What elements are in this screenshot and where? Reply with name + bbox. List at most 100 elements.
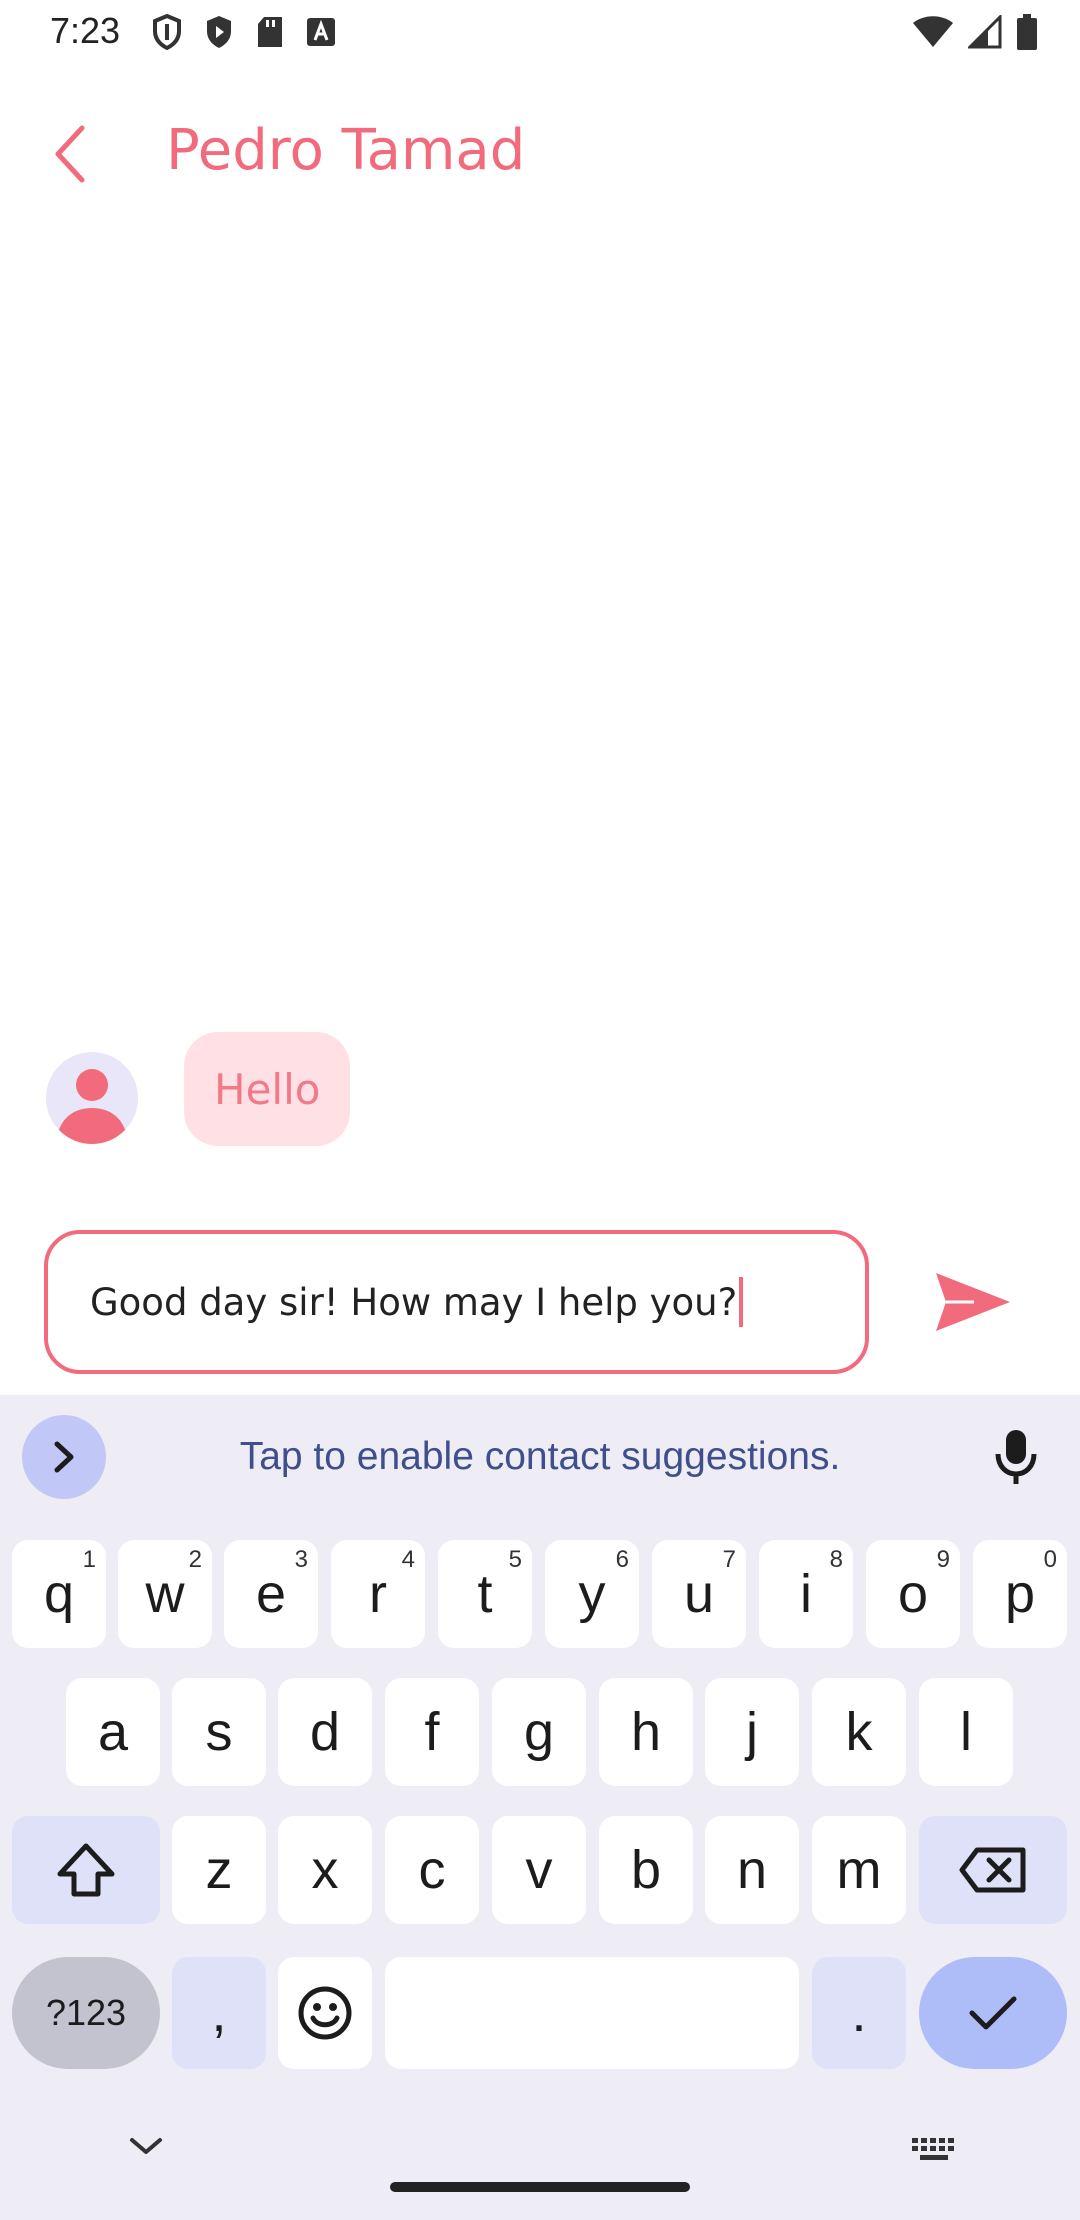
key-label: g <box>523 1702 555 1762</box>
text-caret <box>739 1277 744 1327</box>
keyboard: Tap to enable contact suggestions. q1 w2… <box>0 1395 1080 2220</box>
shield-play-icon <box>207 16 231 48</box>
key-e[interactable]: e3 <box>224 1540 318 1648</box>
key-label: k <box>845 1702 873 1762</box>
key-label: e <box>255 1564 287 1624</box>
emoji-key[interactable] <box>278 1957 372 2069</box>
key-hint: 7 <box>722 1546 736 1573</box>
key-t[interactable]: t5 <box>438 1540 532 1648</box>
key-x[interactable]: x <box>278 1816 372 1924</box>
key-l[interactable]: l <box>919 1678 1013 1786</box>
send-button[interactable] <box>928 1260 1018 1344</box>
avatar <box>46 1052 138 1144</box>
enter-key[interactable] <box>919 1957 1067 2069</box>
wifi-icon <box>913 16 953 47</box>
key-m[interactable]: m <box>812 1816 906 1924</box>
period-key[interactable]: . <box>812 1957 906 2069</box>
voice-input-button[interactable] <box>988 1425 1044 1489</box>
app-bar: Pedro Tamad <box>0 100 1080 210</box>
key-label: o <box>897 1564 929 1624</box>
key-h[interactable]: h <box>599 1678 693 1786</box>
key-label: h <box>630 1702 662 1762</box>
key-label: j <box>746 1702 758 1762</box>
key-p[interactable]: p0 <box>973 1540 1067 1648</box>
shift-key[interactable] <box>12 1816 160 1924</box>
key-y[interactable]: y6 <box>545 1540 639 1648</box>
shift-icon <box>57 1843 115 1897</box>
key-hint: 1 <box>82 1546 96 1573</box>
message-bubble: Hello <box>184 1032 351 1146</box>
key-label: . <box>851 1983 867 2043</box>
keyboard-switcher-icon[interactable] <box>910 2136 958 2162</box>
back-button[interactable] <box>30 114 110 194</box>
key-s[interactable]: s <box>172 1678 266 1786</box>
hide-keyboard-chevron-icon[interactable] <box>128 2136 164 2156</box>
key-label: r <box>369 1564 387 1624</box>
key-k[interactable]: k <box>812 1678 906 1786</box>
key-hint: 4 <box>401 1546 415 1573</box>
chevron-left-icon <box>55 125 85 183</box>
key-g[interactable]: g <box>492 1678 586 1786</box>
symbols-key[interactable]: ?123 <box>12 1957 160 2069</box>
microphone-icon <box>995 1430 1037 1484</box>
status-bar: 7:23 <box>0 0 1080 66</box>
key-label: v <box>525 1840 553 1900</box>
key-label: s <box>205 1702 233 1762</box>
shield-outline-icon <box>153 14 181 50</box>
key-label: a <box>97 1702 129 1762</box>
key-i[interactable]: i8 <box>759 1540 853 1648</box>
key-c[interactable]: c <box>385 1816 479 1924</box>
key-label: q <box>43 1564 75 1624</box>
key-d[interactable]: d <box>278 1678 372 1786</box>
send-icon <box>936 1273 1010 1331</box>
backspace-icon <box>959 1847 1026 1893</box>
notification-icons <box>152 14 336 50</box>
key-hint: 3 <box>294 1546 308 1573</box>
key-f[interactable]: f <box>385 1678 479 1786</box>
key-label: , <box>211 1983 227 2043</box>
key-j[interactable]: j <box>705 1678 799 1786</box>
signal-icon <box>968 15 1002 49</box>
key-label: n <box>736 1840 768 1900</box>
key-label: c <box>418 1840 446 1900</box>
key-v[interactable]: v <box>492 1816 586 1924</box>
key-hint: 0 <box>1043 1546 1057 1573</box>
comma-key[interactable]: , <box>172 1957 266 2069</box>
key-a[interactable]: a <box>66 1678 160 1786</box>
suggestion-strip-text[interactable]: Tap to enable contact suggestions. <box>0 1435 1080 1479</box>
key-hint: 2 <box>188 1546 202 1573</box>
key-label: x <box>311 1840 339 1900</box>
key-hint: 6 <box>615 1546 629 1573</box>
key-label: y <box>578 1564 606 1624</box>
key-hint: 9 <box>936 1546 950 1573</box>
home-indicator[interactable] <box>390 2182 690 2192</box>
key-label: b <box>630 1840 662 1900</box>
system-icons <box>912 14 1038 50</box>
emoji-icon <box>298 1986 352 2040</box>
key-label: t <box>477 1564 493 1624</box>
key-label: z <box>205 1840 233 1900</box>
key-u[interactable]: u7 <box>652 1540 746 1648</box>
person-icon <box>56 1069 128 1144</box>
space-key[interactable] <box>385 1957 799 2069</box>
font-a-icon <box>307 18 335 46</box>
key-label: ?123 <box>45 1992 127 2033</box>
key-z[interactable]: z <box>172 1816 266 1924</box>
key-b[interactable]: b <box>599 1816 693 1924</box>
status-time: 7:23 <box>50 10 121 51</box>
key-label: i <box>800 1564 812 1624</box>
key-r[interactable]: r4 <box>331 1540 425 1648</box>
message-input[interactable]: Good day sir! How may I help you? <box>44 1230 869 1374</box>
key-label: l <box>960 1702 972 1762</box>
key-label: f <box>424 1702 440 1762</box>
backspace-key[interactable] <box>919 1816 1067 1924</box>
battery-icon <box>1017 14 1037 50</box>
key-label: d <box>309 1702 341 1762</box>
key-o[interactable]: o9 <box>866 1540 960 1648</box>
key-label: w <box>145 1564 185 1624</box>
key-label: p <box>1004 1564 1036 1624</box>
key-q[interactable]: q1 <box>12 1540 106 1648</box>
key-w[interactable]: w2 <box>118 1540 212 1648</box>
key-n[interactable]: n <box>705 1816 799 1924</box>
page-title: Pedro Tamad <box>166 118 526 183</box>
